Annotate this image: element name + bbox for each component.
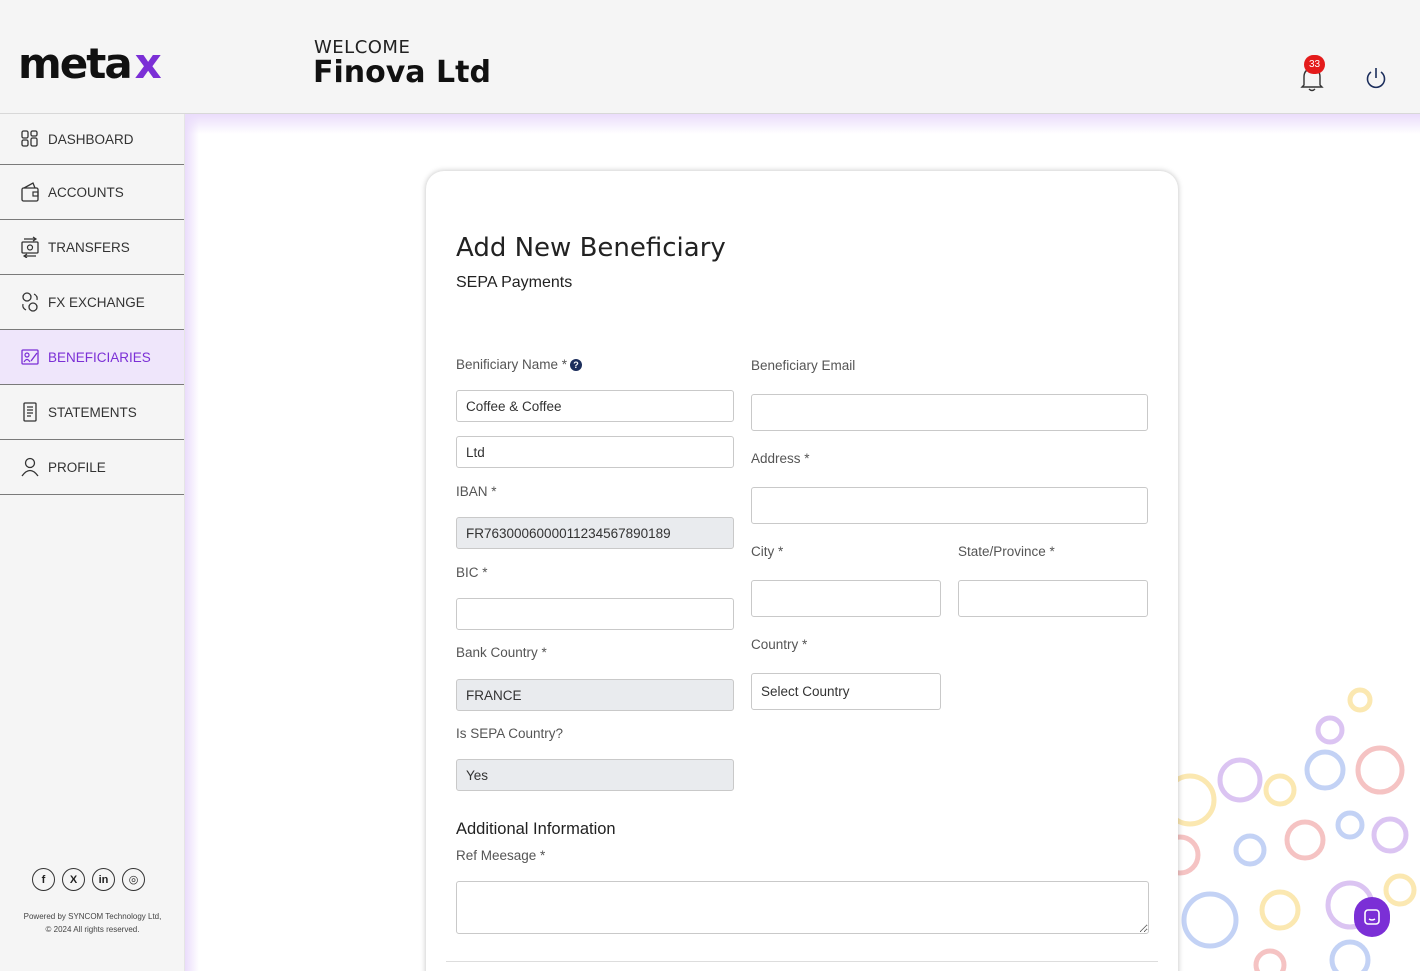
company-name: Finova Ltd xyxy=(313,55,491,90)
sidebar-item-label: ACCOUNTS xyxy=(48,184,124,200)
sidebar-item-label: PROFILE xyxy=(48,459,106,475)
sidebar-item-label: BENEFICIARIES xyxy=(48,349,151,365)
sidebar-item-beneficiaries[interactable]: BENEFICIARIES xyxy=(0,330,184,385)
sidebar-item-profile[interactable]: PROFILE xyxy=(0,440,184,495)
sidebar-item-accounts[interactable]: ACCOUNTS xyxy=(0,165,184,220)
address-field[interactable] xyxy=(751,487,1148,524)
additional-info-heading: Additional Information xyxy=(456,820,616,838)
wallet-icon xyxy=(21,182,39,202)
sidebar-item-fx-exchange[interactable]: FX EXCHANGE xyxy=(0,275,184,330)
country-select[interactable]: Select Country xyxy=(751,673,941,710)
header-glow xyxy=(185,114,1420,134)
city-field[interactable] xyxy=(751,580,941,617)
iban-label: IBAN * xyxy=(456,484,497,499)
metax-logo[interactable]: metax xyxy=(18,40,162,88)
sidebar-item-label: TRANSFERS xyxy=(48,239,130,255)
beneficiary-email-label: Beneficiary Email xyxy=(751,358,856,373)
iban-field[interactable]: FR7630006000011234567890189 xyxy=(456,517,734,549)
beneficiary-name-field[interactable]: Coffee & Coffee xyxy=(456,390,734,422)
footer-powered-by: Powered by SYNCOM Technology Ltd, xyxy=(23,912,162,921)
exchange-icon xyxy=(22,292,38,312)
sepa-country-label: Is SEPA Country? xyxy=(456,726,564,741)
facebook-icon[interactable]: f xyxy=(32,868,55,891)
sidebar-item-label: STATEMENTS xyxy=(48,404,137,420)
footer-copyright: © 2024 All rights reserved. xyxy=(45,925,140,934)
dashboard-icon xyxy=(21,130,38,147)
sidebar-item-label: FX EXCHANGE xyxy=(48,294,145,310)
sidebar-item-label: DASHBOARD xyxy=(48,131,134,147)
address-label: Address * xyxy=(751,451,810,466)
transfer-icon xyxy=(21,236,39,258)
page-subtitle: SEPA Payments xyxy=(456,274,573,291)
sidebar-glow xyxy=(185,114,199,971)
bank-country-label: Bank Country * xyxy=(456,645,547,660)
x-twitter-icon[interactable]: X xyxy=(62,868,85,891)
instagram-icon[interactable]: ◎ xyxy=(122,868,145,891)
bic-field[interactable] xyxy=(456,598,734,630)
city-label: City * xyxy=(751,544,784,559)
footer-text: Powered by SYNCOM Technology Ltd, © 2024… xyxy=(0,910,185,936)
bank-country-field[interactable]: FRANCE xyxy=(456,679,734,711)
chat-launcher-button[interactable] xyxy=(1354,897,1390,937)
logout-icon[interactable] xyxy=(1363,65,1389,91)
add-beneficiary-card: Add New Beneficiary SEPA Payments Benifi… xyxy=(426,171,1178,971)
sidebar-item-dashboard[interactable]: DASHBOARD xyxy=(0,114,184,165)
beneficiary-name-label: Benificiary Name *? xyxy=(456,357,583,372)
ref-message-label: Ref Meesage * xyxy=(456,848,546,863)
notification-badge: 33 xyxy=(1304,55,1325,74)
linkedin-icon[interactable]: in xyxy=(92,868,115,891)
state-province-field[interactable] xyxy=(958,580,1148,617)
sidebar-item-transfers[interactable]: TRANSFERS xyxy=(0,220,184,275)
beneficiaries-icon xyxy=(21,349,39,365)
sidebar: DASHBOARD ACCOUNTS TRANSFERS FX EXCHANGE… xyxy=(0,114,185,971)
header: metax WELCOME Finova Ltd 33 xyxy=(0,0,1420,114)
statement-icon xyxy=(23,402,37,422)
help-icon[interactable]: ? xyxy=(570,359,583,371)
user-icon xyxy=(21,457,39,477)
state-province-label: State/Province * xyxy=(958,544,1055,559)
beneficiary-email-field[interactable] xyxy=(751,394,1148,431)
country-label: Country * xyxy=(751,637,808,652)
page-title: Add New Beneficiary xyxy=(456,233,726,263)
sidebar-item-statements[interactable]: STATEMENTS xyxy=(0,385,184,440)
divider xyxy=(446,961,1158,962)
social-links: f X in ◎ xyxy=(32,868,145,891)
chat-icon xyxy=(1364,909,1380,925)
sepa-country-field[interactable]: Yes xyxy=(456,759,734,791)
bic-label: BIC * xyxy=(456,565,488,580)
ref-message-textarea[interactable] xyxy=(456,881,1149,934)
beneficiary-name-line2-field[interactable]: Ltd xyxy=(456,436,734,468)
